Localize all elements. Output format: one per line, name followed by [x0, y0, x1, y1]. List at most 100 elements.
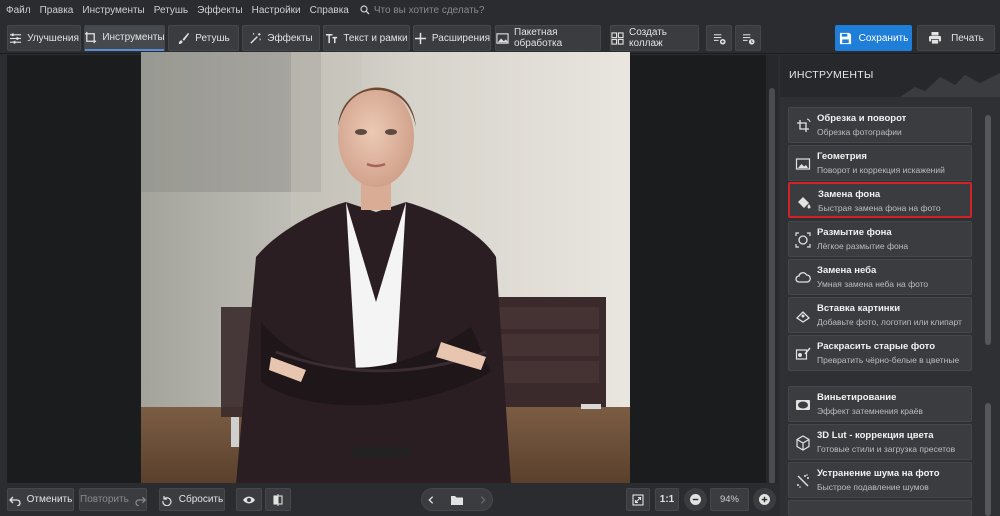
undo-button[interactable]: Отменить: [7, 488, 74, 511]
undo-arrow-icon: [8, 496, 21, 506]
undo-label: Отменить: [26, 494, 73, 505]
photo-editor-window: Файл Правка Инструменты Ретушь Эффекты Н…: [0, 0, 1000, 516]
tool-replace-sky[interactable]: Замена неба Умная замена неба на фото: [788, 259, 972, 295]
next-image-icon[interactable]: [478, 495, 488, 505]
canvas-scrollbar-thumb[interactable]: [769, 88, 775, 484]
prev-image-icon[interactable]: [426, 495, 436, 505]
compare-button[interactable]: [265, 488, 291, 511]
tab-retouch[interactable]: Ретушь: [168, 25, 239, 51]
actual-size-button[interactable]: 1:1: [655, 488, 679, 511]
fit-screen-icon: [632, 493, 644, 506]
tab-extensions[interactable]: Расширения: [413, 25, 491, 51]
tab-effects[interactable]: Эффекты: [242, 25, 320, 51]
minus-icon: [690, 494, 701, 505]
fit-screen-button[interactable]: [626, 488, 650, 511]
tools-panel-header: ИНСТРУМЕНТЫ: [780, 55, 1000, 97]
crop-rotate-icon: [797, 118, 811, 132]
reset-button[interactable]: Сбросить: [159, 488, 225, 511]
image-canvas[interactable]: [7, 52, 766, 484]
mountains-decoration: [900, 73, 1000, 97]
images-icon: [496, 32, 509, 44]
sliders-icon: [10, 32, 22, 44]
tab-tools[interactable]: Инструменты: [84, 25, 165, 51]
history-settings-button[interactable]: [735, 25, 761, 51]
compare-split-icon: [273, 493, 283, 506]
tool-blur-background[interactable]: Размытие фона Лёгкое размытие фона: [788, 221, 972, 257]
tool-next-partial[interactable]: [788, 500, 972, 516]
print-button[interactable]: Печать: [917, 25, 995, 51]
compare-settings-button[interactable]: [706, 25, 732, 51]
tab-enhance-label: Улучшения: [27, 32, 79, 44]
tool-insert-image[interactable]: Вставка картинки Добавьте фото, логотип …: [788, 297, 972, 333]
tools-scrollbar-thumb[interactable]: [985, 115, 991, 345]
tab-extensions-label: Расширения: [431, 32, 491, 44]
cube-icon: [796, 435, 810, 451]
menu-effects[interactable]: Эффекты: [197, 5, 242, 16]
folder-icon[interactable]: [450, 494, 464, 506]
plus-circle-icon: [759, 494, 770, 505]
tab-text-frames[interactable]: Текст и рамки: [323, 25, 410, 51]
tool-title: Раскрасить старые фото: [817, 341, 936, 352]
tools-panel-title: ИНСТРУМЕНТЫ: [789, 69, 874, 81]
text-icon: [326, 33, 338, 43]
tools-scrollbar-thumb-lower[interactable]: [985, 403, 991, 516]
geometry-icon: [795, 158, 811, 170]
tools-panel-scrollbar[interactable]: [984, 107, 992, 516]
menu-help[interactable]: Справка: [310, 5, 349, 16]
menu-edit[interactable]: Правка: [40, 5, 74, 16]
tool-title: Замена фона: [818, 189, 881, 200]
zoom-out-button[interactable]: [684, 488, 707, 511]
tool-colorize-old-photos[interactable]: Раскрасить старые фото Превратить чёрно-…: [788, 335, 972, 371]
menu-retouch[interactable]: Ретушь: [154, 5, 188, 16]
tab-text-label: Текст и рамки: [343, 32, 408, 44]
tab-enhance[interactable]: Улучшения: [7, 25, 81, 51]
tool-3d-lut[interactable]: 3D Lut - коррекция цвета Готовые стили и…: [788, 424, 972, 460]
tab-create-collage[interactable]: Создать коллаж: [610, 25, 699, 51]
tool-subtitle: Превратить чёрно-белые в цветные: [817, 355, 960, 365]
tool-geometry[interactable]: Геометрия Поворот и коррекция искажений: [788, 145, 972, 181]
zoom-level[interactable]: 94%: [710, 488, 749, 511]
paint-bucket-icon: [798, 197, 811, 209]
tool-subtitle: Готовые стили и загрузка пресетов: [817, 444, 956, 454]
denoise-icon: [797, 474, 809, 488]
tool-title: Вставка картинки: [817, 303, 901, 314]
main-toolbar: Улучшения Инструменты Ретушь Эффекты Тек…: [0, 20, 1000, 54]
tool-title: Геометрия: [817, 151, 867, 162]
portrait-photo: [141, 52, 630, 484]
tool-vignette[interactable]: Виньетирование Эффект затемнения краёв: [788, 386, 972, 422]
crop-icon: [85, 31, 97, 44]
search-icon: [360, 5, 370, 15]
save-button[interactable]: Сохранить: [835, 25, 912, 51]
preview-toggle-button[interactable]: [236, 488, 262, 511]
tool-title: Размытие фона: [817, 227, 892, 238]
zoom-in-button[interactable]: [753, 488, 776, 511]
redo-button[interactable]: Повторить: [79, 488, 147, 511]
bottom-bar: Отменить Повторить Сбросить 1:1 94%: [0, 483, 780, 516]
tool-replace-background[interactable]: Замена фона Быстрая замена фона на фото: [788, 182, 972, 218]
menu-settings[interactable]: Настройки: [252, 5, 301, 16]
tool-subtitle: Лёгкое размытие фона: [817, 241, 909, 251]
redo-label: Повторить: [80, 494, 129, 505]
tab-batch-label: Пакетная обработка: [514, 27, 563, 49]
image-navigation: [421, 488, 493, 511]
search-box[interactable]: Что вы хотите сделать?: [360, 5, 484, 16]
adjust-clock-icon: [742, 33, 755, 45]
reset-icon: [162, 495, 172, 506]
tool-title: Обрезка и поворот: [817, 113, 907, 124]
tool-denoise[interactable]: Устранение шума на фото Быстрое подавлен…: [788, 462, 972, 498]
printer-icon: [929, 32, 942, 45]
redo-arrow-icon: [135, 496, 146, 506]
tool-title: Виньетирование: [817, 392, 897, 403]
floppy-disk-icon: [839, 32, 851, 44]
reset-label: Сбросить: [178, 494, 224, 505]
tab-tools-label: Инструменты: [102, 32, 165, 43]
tab-batch-processing[interactable]: Пакетная обработка: [495, 25, 601, 51]
tool-crop-rotate[interactable]: Обрезка и поворот Обрезка фотографии: [788, 107, 972, 143]
tool-subtitle: Добавьте фото, логотип или клипарт: [817, 317, 962, 327]
cloud-icon: [795, 272, 811, 283]
menu-file[interactable]: Файл: [6, 5, 31, 16]
actual-size-label: 1:1: [659, 494, 675, 505]
canvas-scrollbar[interactable]: [766, 55, 778, 484]
tool-subtitle: Эффект затемнения краёв: [817, 406, 923, 416]
menu-tools[interactable]: Инструменты: [82, 5, 144, 16]
